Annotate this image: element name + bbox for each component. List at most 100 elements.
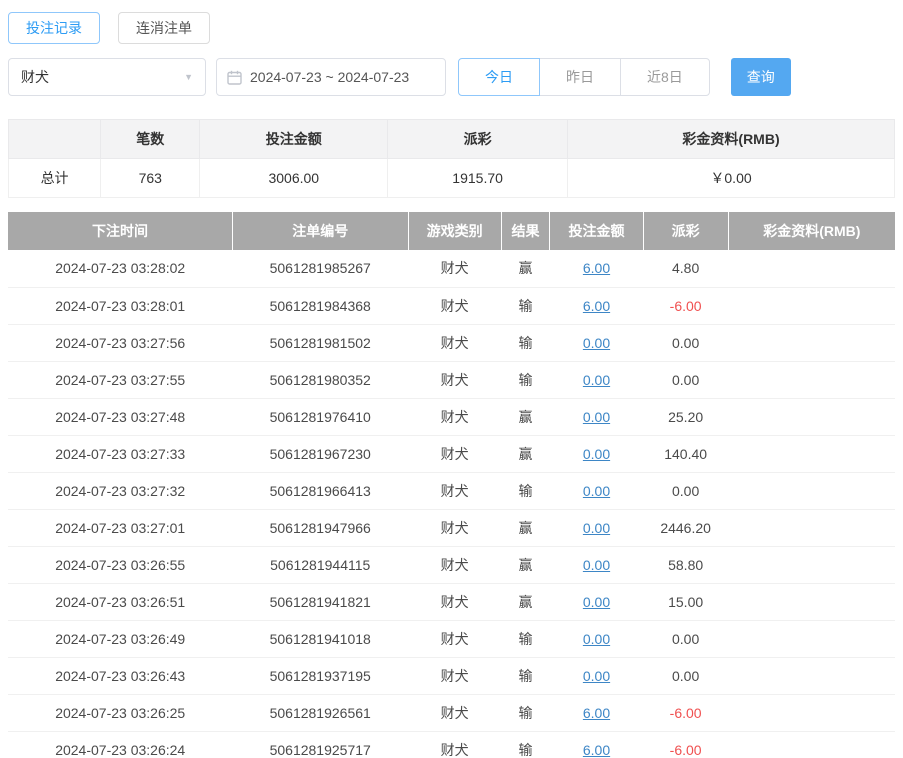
payout-cell: 0.00 (643, 657, 729, 695)
bet-time-cell: 2024-07-23 03:26:55 (8, 546, 233, 584)
bet-amount-link[interactable]: 6.00 (583, 705, 610, 721)
bonus-cell (728, 361, 895, 399)
table-row: 2024-07-23 03:27:33 5061281967230 财犬 赢 0… (8, 435, 895, 473)
table-row: 2024-07-23 03:26:51 5061281941821 财犬 赢 0… (8, 583, 895, 621)
bet-amount-cell: 0.00 (549, 472, 644, 510)
bet-time-cell: 2024-07-23 03:26:25 (8, 694, 233, 732)
result-cell: 输 (501, 472, 550, 510)
summary-header-bonus: 彩金资料(RMB) (567, 119, 895, 159)
order-id-cell: 5061281941018 (232, 620, 409, 658)
result-cell: 输 (501, 620, 550, 658)
table-row: 2024-07-23 03:26:49 5061281941018 财犬 输 0… (8, 620, 895, 658)
bonus-cell (728, 546, 895, 584)
tab-bet-records[interactable]: 投注记录 (8, 12, 100, 44)
date-range-value: 2024-07-23 ~ 2024-07-23 (250, 69, 410, 85)
payout-cell: -6.00 (643, 694, 729, 732)
records-body: 2024-07-23 03:28:02 5061281985267 财犬 赢 6… (8, 250, 895, 758)
game-type-cell: 财犬 (408, 287, 502, 325)
bet-amount-link[interactable]: 6.00 (583, 742, 610, 758)
order-id-cell: 5061281926561 (232, 694, 409, 732)
quick-range-group: 今日 昨日 近8日 (458, 58, 710, 96)
game-type-cell: 财犬 (408, 398, 502, 436)
bet-amount-cell: 6.00 (549, 731, 644, 758)
game-select[interactable]: 财犬 ▼ (8, 58, 206, 96)
last-8-days-button[interactable]: 近8日 (620, 58, 710, 96)
today-button[interactable]: 今日 (458, 58, 540, 96)
bet-amount-link[interactable]: 0.00 (583, 483, 610, 499)
payout-cell: 0.00 (643, 620, 729, 658)
payout-cell: 25.20 (643, 398, 729, 436)
summary-header-row: 笔数 投注金额 派彩 彩金资料(RMB) (7, 119, 895, 159)
game-type-cell: 财犬 (408, 250, 502, 288)
bet-time-cell: 2024-07-23 03:26:49 (8, 620, 233, 658)
summary-header-empty (7, 119, 102, 159)
summary-total-bonus: ￥0.00 (567, 158, 895, 198)
order-id-cell: 5061281976410 (232, 398, 409, 436)
yesterday-button[interactable]: 昨日 (539, 58, 621, 96)
payout-cell: -6.00 (643, 731, 729, 758)
bet-time-cell: 2024-07-23 03:27:01 (8, 509, 233, 547)
table-row: 2024-07-23 03:27:48 5061281976410 财犬 赢 0… (8, 398, 895, 436)
table-row: 2024-07-23 03:27:56 5061281981502 财犬 输 0… (8, 324, 895, 362)
table-row: 2024-07-23 03:26:24 5061281925717 财犬 输 6… (8, 731, 895, 758)
bet-amount-link[interactable]: 0.00 (583, 409, 610, 425)
bet-amount-link[interactable]: 6.00 (583, 298, 610, 314)
order-id-cell: 5061281966413 (232, 472, 409, 510)
result-cell: 输 (501, 731, 550, 758)
bet-amount-cell: 0.00 (549, 546, 644, 584)
summary-table: 笔数 投注金额 派彩 彩金资料(RMB) 总计 763 3006.00 1915… (7, 119, 895, 198)
bonus-cell (728, 731, 895, 758)
payout-cell: 140.40 (643, 435, 729, 473)
game-type-cell: 财犬 (408, 324, 502, 362)
bet-amount-link[interactable]: 0.00 (583, 594, 610, 610)
summary-header-payout: 派彩 (387, 119, 569, 159)
order-id-cell: 5061281944115 (232, 546, 409, 584)
result-cell: 赢 (501, 398, 550, 436)
result-cell: 赢 (501, 250, 550, 288)
result-cell: 赢 (501, 509, 550, 547)
bet-time-cell: 2024-07-23 03:28:02 (8, 250, 233, 288)
bet-amount-link[interactable]: 0.00 (583, 372, 610, 388)
header-order-id: 注单编号 (232, 212, 409, 250)
date-range-input[interactable]: 2024-07-23 ~ 2024-07-23 (216, 58, 446, 96)
query-button[interactable]: 查询 (730, 58, 791, 96)
summary-total-count: 763 (100, 158, 201, 198)
filter-bar: 财犬 ▼ 2024-07-23 ~ 2024-07-23 今日 昨日 近8日 查… (8, 58, 895, 96)
records-header-row: 下注时间 注单编号 游戏类别 结果 投注金额 派彩 彩金资料(RMB) (8, 212, 895, 250)
tab-cancelled-orders[interactable]: 连消注单 (118, 12, 210, 44)
bonus-cell (728, 472, 895, 510)
header-game-type: 游戏类别 (408, 212, 502, 250)
bet-amount-cell: 0.00 (549, 509, 644, 547)
result-cell: 输 (501, 287, 550, 325)
bet-amount-link[interactable]: 0.00 (583, 631, 610, 647)
bet-amount-link[interactable]: 0.00 (583, 520, 610, 536)
result-cell: 赢 (501, 435, 550, 473)
bonus-cell (728, 398, 895, 436)
header-bet-time: 下注时间 (8, 212, 233, 250)
payout-cell: 0.00 (643, 361, 729, 399)
bet-amount-link[interactable]: 0.00 (583, 446, 610, 462)
bonus-cell (728, 694, 895, 732)
game-type-cell: 财犬 (408, 694, 502, 732)
game-type-cell: 财犬 (408, 657, 502, 695)
bonus-cell (728, 657, 895, 695)
payout-cell: 58.80 (643, 546, 729, 584)
bet-amount-cell: 0.00 (549, 361, 644, 399)
result-cell: 输 (501, 694, 550, 732)
bonus-cell (728, 583, 895, 621)
game-type-cell: 财犬 (408, 509, 502, 547)
summary-total-bet-amount: 3006.00 (199, 158, 389, 198)
payout-cell: 4.80 (643, 250, 729, 288)
bet-amount-link[interactable]: 6.00 (583, 260, 610, 276)
bet-amount-link[interactable]: 0.00 (583, 557, 610, 573)
bonus-cell (728, 287, 895, 325)
table-row: 2024-07-23 03:28:02 5061281985267 财犬 赢 6… (8, 250, 895, 288)
order-id-cell: 5061281981502 (232, 324, 409, 362)
bet-amount-cell: 0.00 (549, 324, 644, 362)
bet-amount-link[interactable]: 0.00 (583, 668, 610, 684)
payout-cell: 2446.20 (643, 509, 729, 547)
tab-bar: 投注记录 连消注单 (8, 12, 895, 44)
bet-amount-link[interactable]: 0.00 (583, 335, 610, 351)
payout-cell: 15.00 (643, 583, 729, 621)
order-id-cell: 5061281937195 (232, 657, 409, 695)
